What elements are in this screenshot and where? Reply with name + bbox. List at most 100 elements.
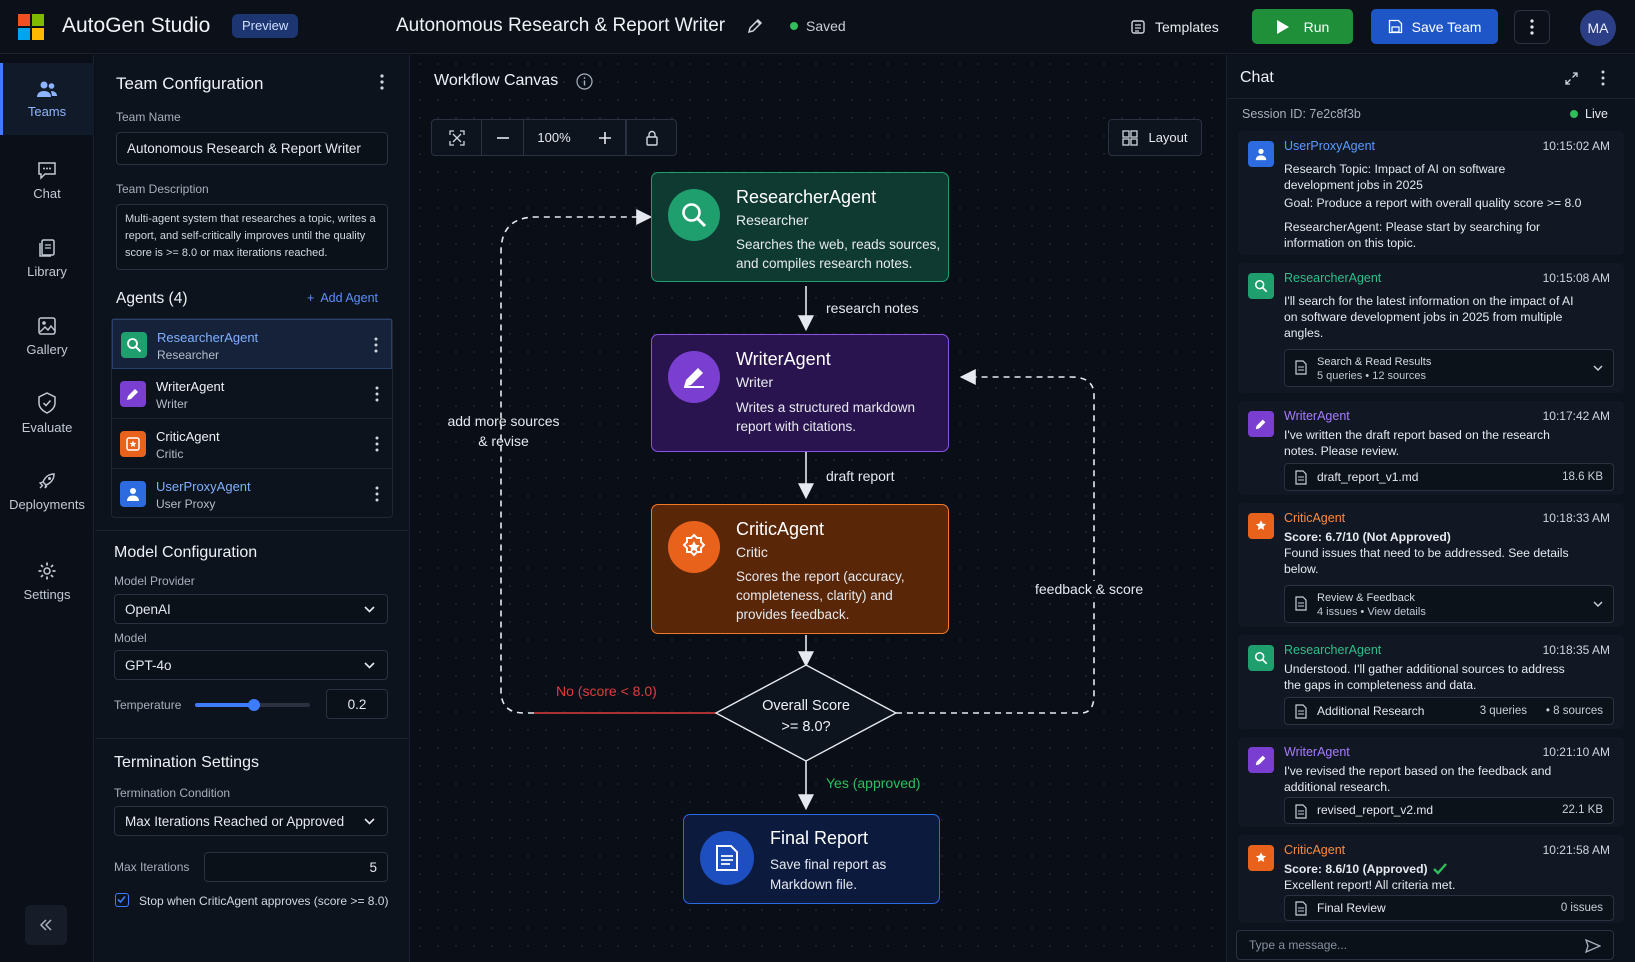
message-line: development jobs in 2025 (1284, 178, 1423, 192)
templates-button[interactable]: Templates (1130, 15, 1219, 39)
agent-item-writer[interactable]: WriterAgent Writer (112, 369, 392, 419)
stop-checkbox[interactable] (115, 893, 129, 907)
temperature-slider[interactable] (195, 699, 310, 711)
attachment-issues: 0 issues (1560, 902, 1603, 914)
user-icon (120, 481, 146, 507)
nav-label: Deployments (9, 496, 85, 512)
node-desc-line: provides feedback. (736, 607, 850, 622)
message-line: Found issues that need to be addressed. … (1284, 546, 1569, 560)
left-nav: Teams Chat Library Gallery Evaluate Depl… (0, 55, 94, 962)
more-options-button[interactable] (1514, 10, 1550, 44)
chat-message: UserProxyAgent 10:15:02 AM Research Topi… (1238, 131, 1624, 255)
message-line: I've written the draft report based on t… (1284, 428, 1550, 442)
attachment-draft-report[interactable]: draft_report_v1.md 18.6 KB (1284, 463, 1614, 491)
message-score: Score: 8.6/10 (Approved) (1284, 862, 1428, 876)
pencil-icon (1248, 747, 1274, 773)
nav-item-settings[interactable]: Settings (0, 545, 94, 617)
temperature-input[interactable]: 0.2 (326, 689, 388, 719)
message-author: CriticAgent (1284, 511, 1346, 525)
expand-icon[interactable] (1565, 72, 1578, 85)
agent-role: User Proxy (156, 497, 216, 511)
agent-item-critic[interactable]: CriticAgent Critic (112, 419, 392, 469)
message-author: WriterAgent (1284, 745, 1350, 759)
collapse-sidebar-button[interactable] (25, 905, 67, 945)
chat-kebab-icon[interactable] (1601, 70, 1605, 86)
message-time: 10:18:33 AM (1542, 511, 1610, 525)
agent-kebab-icon[interactable] (374, 385, 380, 403)
save-status: Saved (790, 18, 846, 34)
save-team-button[interactable]: Save Team (1371, 9, 1498, 44)
edit-title-icon[interactable] (746, 17, 764, 35)
node-writer[interactable]: WriterAgent Writer Writes a structured m… (651, 334, 949, 452)
team-desc-textarea[interactable]: Multi-agent system that researches a top… (116, 204, 388, 270)
attachment-revised-report[interactable]: revised_report_v2.md 22.1 KB (1284, 797, 1614, 824)
live-dot-icon (1570, 110, 1578, 118)
model-value: GPT-4o (125, 657, 172, 673)
slider-fill (195, 703, 256, 707)
file-icon (1295, 704, 1307, 719)
message-line: I'll search for the latest information o… (1284, 294, 1574, 308)
agent-kebab-icon[interactable] (373, 336, 379, 354)
file-icon (1295, 804, 1307, 819)
agent-role: Researcher (157, 348, 220, 362)
attachment-sources: • 8 sources (1545, 705, 1603, 717)
node-title: CriticAgent (736, 519, 825, 539)
chat-icon (38, 161, 56, 180)
decision-line: >= 8.0? (781, 719, 831, 735)
agent-role: Writer (156, 397, 188, 411)
top-bar: AutoGen Studio Preview Autonomous Resear… (0, 0, 1635, 54)
nav-label: Library (27, 263, 67, 279)
condition-select[interactable]: Max Iterations Reached or Approved (114, 806, 388, 836)
node-final-report[interactable]: Final Report Save final report as Markdo… (683, 814, 940, 904)
slider-handle[interactable] (248, 699, 260, 711)
team-name-input[interactable]: Autonomous Research & Report Writer (116, 132, 388, 165)
library-icon (39, 238, 55, 257)
max-iter-input[interactable]: 5 (204, 852, 388, 882)
attachment-search-results[interactable]: Search & Read Results 5 queries • 12 sou… (1284, 349, 1614, 387)
message-score-row: Score: 8.6/10 (Approved) (1284, 861, 1614, 877)
config-kebab-icon[interactable] (380, 74, 384, 90)
run-button[interactable]: Run (1252, 9, 1353, 44)
agent-item-researcher[interactable]: ResearcherAgent Researcher (112, 319, 392, 369)
message-line: Goal: Produce a report with overall qual… (1284, 196, 1582, 210)
attachment-title: Review & Feedback (1317, 592, 1415, 604)
nav-item-library[interactable]: Library (0, 222, 94, 294)
condition-value: Max Iterations Reached or Approved (125, 813, 345, 829)
chat-message-input[interactable]: Type a message... (1236, 930, 1614, 960)
nav-item-evaluate[interactable]: Evaluate (0, 377, 94, 449)
decision-node[interactable]: Overall Score >= 8.0? (716, 696, 896, 738)
edge-label: & revise (478, 433, 529, 449)
nav-item-chat[interactable]: Chat (0, 144, 94, 216)
file-icon (1295, 596, 1307, 611)
attachment-review-feedback[interactable]: Review & Feedback 4 issues • View detail… (1284, 585, 1614, 623)
agent-kebab-icon[interactable] (374, 435, 380, 453)
message-line: I've revised the report based on the fee… (1284, 764, 1552, 778)
nav-item-deployments[interactable]: Deployments (0, 455, 94, 527)
chevron-down-icon (364, 818, 375, 825)
provider-select[interactable]: OpenAI (114, 594, 388, 624)
add-agent-button[interactable]: + Add Agent (307, 291, 378, 305)
attachment-final-review[interactable]: Final Review 0 issues (1284, 895, 1614, 921)
attachment-name: Additional Research (1317, 704, 1425, 718)
chat-title: Chat (1240, 69, 1274, 86)
plus-icon: + (307, 291, 315, 305)
model-select[interactable]: GPT-4o (114, 650, 388, 680)
chat-input-placeholder: Type a message... (1249, 938, 1348, 952)
nav-item-gallery[interactable]: Gallery (0, 300, 94, 372)
agents-title: Agents (4) (116, 290, 188, 307)
agent-item-userproxy[interactable]: UserProxyAgent User Proxy (112, 469, 392, 519)
node-critic[interactable]: CriticAgent Critic Scores the report (ac… (651, 504, 949, 634)
chat-message: CriticAgent 10:21:58 AM Score: 8.6/10 (A… (1238, 835, 1624, 923)
search-icon (1248, 645, 1274, 671)
microsoft-logo-icon (18, 14, 44, 40)
send-icon[interactable] (1585, 939, 1601, 953)
message-line: notes. Please review. (1284, 444, 1400, 458)
node-researcher[interactable]: ResearcherAgent Researcher Searches the … (651, 172, 949, 282)
agent-kebab-icon[interactable] (374, 485, 380, 503)
edge-label: add more sources (447, 413, 560, 429)
search-icon (1248, 273, 1274, 299)
nav-item-teams[interactable]: Teams (0, 63, 94, 135)
attachment-additional-research[interactable]: Additional Research 3 queries • 8 source… (1284, 697, 1614, 725)
user-avatar[interactable]: MA (1580, 10, 1616, 46)
termination-title: Termination Settings (114, 754, 259, 771)
